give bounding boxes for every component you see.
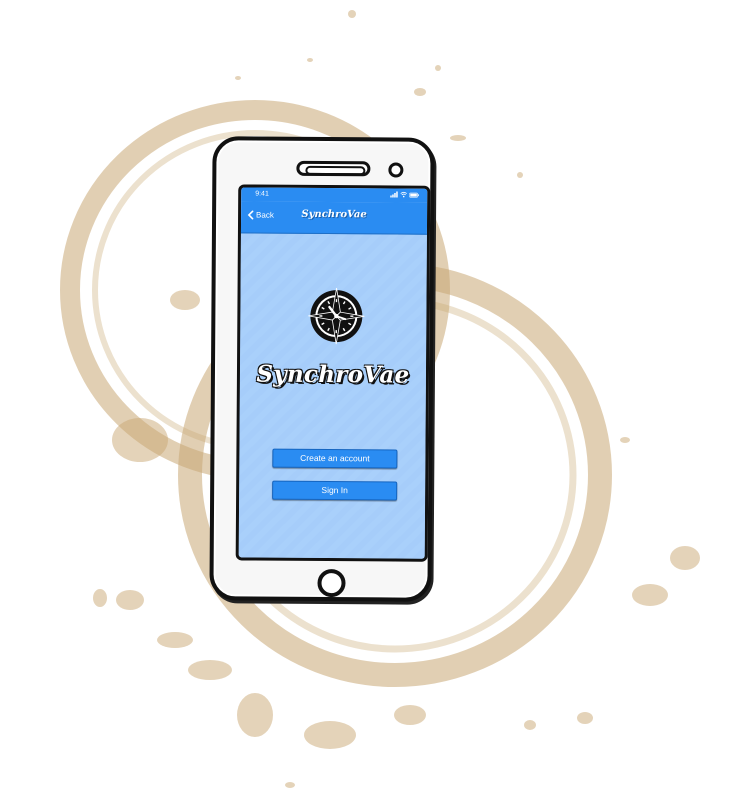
status-icons — [390, 191, 419, 198]
coffee-drop — [304, 721, 356, 749]
coffee-drop — [307, 58, 313, 62]
battery-icon — [409, 192, 419, 198]
coffee-drop — [93, 589, 107, 607]
phone-speaker — [296, 160, 371, 177]
sign-in-button[interactable]: Sign In — [272, 480, 398, 501]
coffee-drop — [670, 546, 700, 570]
create-account-button[interactable]: Create an account — [272, 448, 398, 469]
coffee-drop — [285, 782, 295, 788]
phone-camera — [388, 162, 404, 178]
coffee-drop — [435, 65, 441, 71]
back-label: Back — [256, 210, 274, 220]
navigation-bar: Back SynchroVae — [240, 201, 428, 235]
coffee-drop — [394, 705, 426, 725]
chevron-left-icon — [247, 210, 254, 220]
coffee-drop — [577, 712, 593, 724]
phone-body: 9:41 Back SynchroVae SynchroVae Create a… — [209, 136, 435, 602]
coffee-drop — [235, 76, 241, 80]
app-name-logo: SynchroVae — [256, 360, 410, 389]
signal-icon — [390, 191, 398, 198]
phone-screen: 9:41 Back SynchroVae SynchroVae Create a… — [235, 184, 431, 562]
coffee-drop — [112, 418, 168, 462]
coffee-drop — [450, 135, 466, 141]
home-button[interactable] — [317, 568, 346, 598]
coffee-drop — [524, 720, 536, 730]
wifi-icon — [400, 191, 408, 198]
coffee-drop — [237, 693, 273, 737]
status-time: 9:41 — [255, 190, 269, 198]
coffee-drop — [170, 290, 200, 310]
compass-clock-icon — [308, 288, 365, 345]
coffee-drop — [414, 88, 426, 96]
coffee-drop — [157, 632, 193, 648]
page: 9:41 Back SynchroVae SynchroVae Create a… — [0, 0, 750, 800]
status-bar: 9:41 — [241, 187, 428, 203]
phone-sketch: 9:41 Back SynchroVae SynchroVae Create a… — [205, 133, 441, 609]
back-button[interactable]: Back — [247, 210, 274, 220]
coffee-drop — [348, 10, 356, 18]
coffee-drop — [632, 584, 668, 606]
coffee-drop — [188, 660, 232, 680]
coffee-drop — [620, 437, 630, 443]
coffee-drop — [517, 172, 523, 178]
coffee-drop — [116, 590, 144, 610]
nav-title: SynchroVae — [301, 208, 367, 221]
